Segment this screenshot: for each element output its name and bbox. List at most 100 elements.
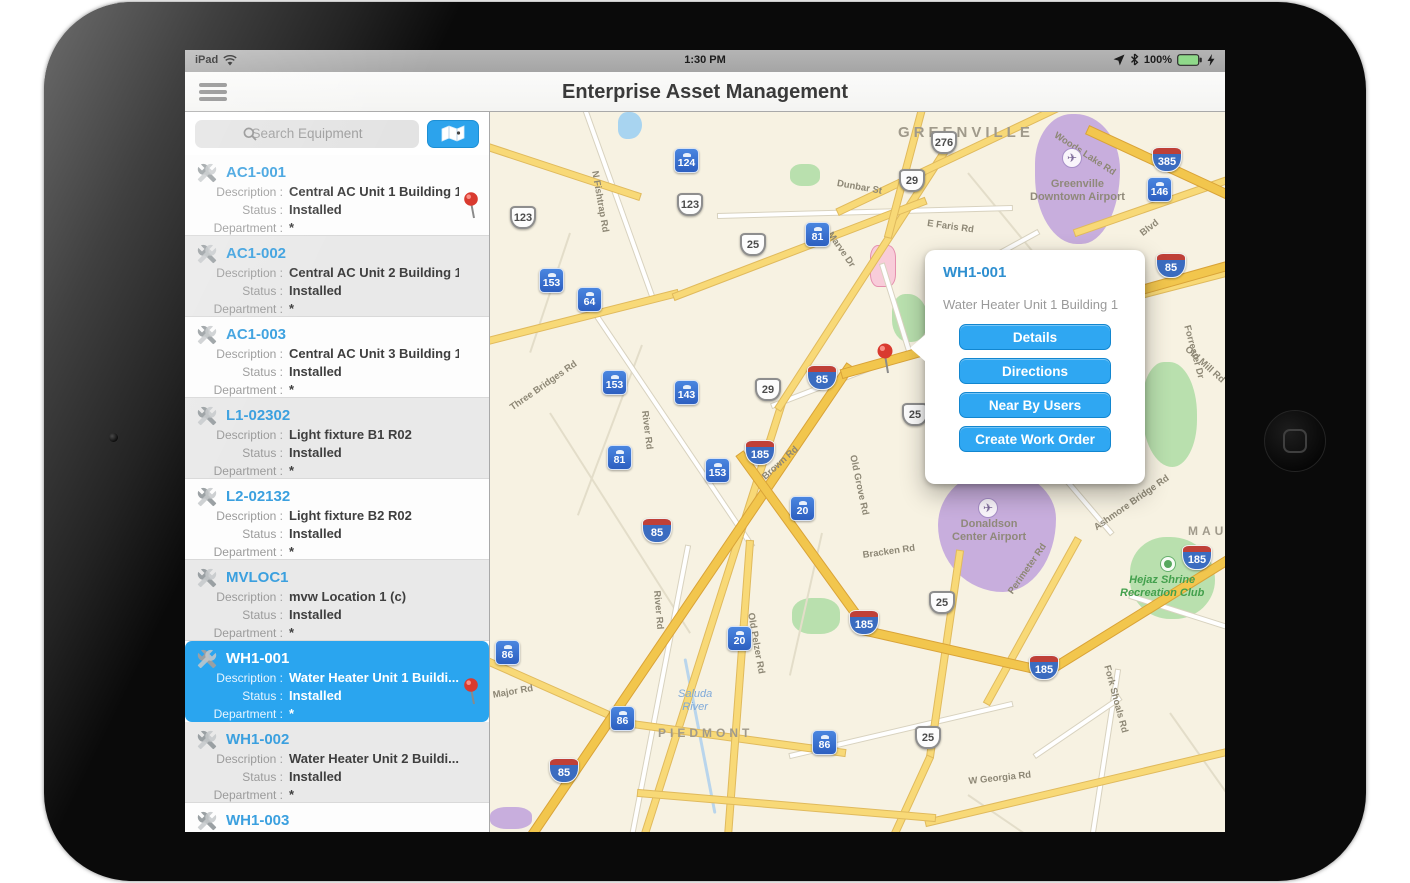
equipment-id: AC1-003 bbox=[226, 326, 286, 343]
map[interactable]: ✈ ✈ WH1-001 Water Heater Unit 1 Building… bbox=[490, 112, 1225, 832]
equipment-list-item[interactable]: AC1-001 Description Central AC Unit 1 Bu… bbox=[185, 155, 489, 236]
wrench-icon bbox=[197, 325, 217, 345]
field-label-description: Description bbox=[195, 185, 283, 199]
route-shield-29: 29 bbox=[899, 169, 925, 192]
red-pushpin-icon bbox=[461, 191, 481, 226]
map-label: W Georgia Rd bbox=[968, 769, 1032, 787]
equipment-list-item[interactable]: L2-02132 Description Light fixture B2 R0… bbox=[185, 479, 489, 560]
field-label-description: Description bbox=[195, 347, 283, 361]
equipment-description: Light fixture B1 R02 bbox=[289, 427, 412, 442]
field-label-department: Department bbox=[195, 221, 283, 235]
equipment-sidebar: AC1-001 Description Central AC Unit 1 Bu… bbox=[185, 112, 490, 832]
folded-map-icon bbox=[441, 125, 465, 142]
equipment-list[interactable]: AC1-001 Description Central AC Unit 1 Bu… bbox=[185, 155, 489, 832]
field-label-status: Status bbox=[195, 446, 283, 460]
equipment-description: Water Heater Unit 2 Buildi... bbox=[289, 751, 459, 766]
status-bar: iPad 1:30 PM 100% bbox=[185, 50, 1225, 72]
equipment-status: Installed bbox=[289, 445, 342, 460]
map-label: Blvd bbox=[1138, 217, 1161, 238]
map-road bbox=[490, 364, 853, 832]
field-label-department: Department bbox=[195, 383, 283, 397]
equipment-description: mvw Location 1 (c) bbox=[289, 589, 406, 604]
route-shield-185: 185 bbox=[849, 610, 879, 635]
equipment-list-item[interactable]: WH1-003 Description Status Department bbox=[185, 803, 489, 832]
route-shield-25: 25 bbox=[915, 726, 941, 749]
map-label: MAULDIN bbox=[1188, 524, 1225, 538]
equipment-list-item[interactable]: L1-02302 Description Light fixture B1 R0… bbox=[185, 398, 489, 479]
route-shield-85: 85 bbox=[642, 518, 672, 543]
field-label-description: Description bbox=[195, 752, 283, 766]
field-label-status: Status bbox=[195, 284, 283, 298]
map-label: River Rd bbox=[639, 410, 655, 450]
purple-area bbox=[490, 807, 532, 829]
field-label-description: Description bbox=[195, 509, 283, 523]
equipment-id: WH1-003 bbox=[226, 812, 289, 829]
selected-asset-pin[interactable] bbox=[874, 342, 896, 381]
equipment-list-item[interactable]: WH1-002 Description Water Heater Unit 2 … bbox=[185, 722, 489, 803]
route-shield-85: 85 bbox=[807, 365, 837, 390]
route-shield-20: 20 bbox=[727, 626, 752, 651]
equipment-status: Installed bbox=[289, 202, 342, 217]
equipment-id: WH1-002 bbox=[226, 731, 289, 748]
route-shield-85: 85 bbox=[1156, 253, 1186, 278]
battery-percent: 100% bbox=[1144, 54, 1172, 66]
field-label-department: Department bbox=[195, 545, 283, 559]
ipad-frame: iPad 1:30 PM 100% bbox=[44, 2, 1366, 881]
equipment-department: * bbox=[289, 382, 294, 397]
field-label-department: Department bbox=[195, 788, 283, 802]
equipment-list-item[interactable]: MVLOC1 Description mvw Location 1 (c) St… bbox=[185, 560, 489, 641]
equipment-department: * bbox=[289, 787, 294, 802]
red-pushpin-icon bbox=[461, 677, 481, 712]
nav-bar: Enterprise Asset Management bbox=[185, 72, 1225, 112]
equipment-status: Installed bbox=[289, 607, 342, 622]
charging-bolt-icon bbox=[1207, 54, 1215, 66]
battery-icon bbox=[1177, 54, 1202, 66]
equipment-status: Installed bbox=[289, 526, 342, 541]
map-road bbox=[925, 740, 1225, 826]
map-label: Major Rd bbox=[492, 683, 534, 701]
route-shield-185: 185 bbox=[745, 440, 775, 465]
home-button[interactable] bbox=[1264, 410, 1326, 472]
equipment-description: Central AC Unit 3 Building 1 bbox=[289, 346, 459, 361]
airport-icon: ✈ bbox=[978, 498, 998, 518]
field-label-status: Status bbox=[195, 608, 283, 622]
wrench-icon bbox=[197, 244, 217, 264]
equipment-description: Water Heater Unit 1 Buildi... bbox=[289, 670, 459, 685]
equipment-id: WH1-001 bbox=[226, 650, 289, 667]
map-road bbox=[583, 112, 654, 297]
popup-button-create-work-order[interactable]: Create Work Order bbox=[959, 426, 1111, 452]
route-shield-124: 124 bbox=[674, 148, 699, 173]
popup-button-near-by-users[interactable]: Near By Users bbox=[959, 392, 1111, 418]
park-area bbox=[1142, 362, 1197, 467]
field-label-status: Status bbox=[195, 527, 283, 541]
route-shield-25: 25 bbox=[740, 233, 766, 256]
map-road bbox=[1088, 670, 1120, 832]
route-shield-86: 86 bbox=[495, 640, 520, 665]
field-label-status: Status bbox=[195, 365, 283, 379]
equipment-list-item[interactable]: AC1-002 Description Central AC Unit 2 Bu… bbox=[185, 236, 489, 317]
equipment-id: AC1-002 bbox=[226, 245, 286, 262]
popup-button-details[interactable]: Details bbox=[959, 324, 1111, 350]
map-label: E Faris Rd bbox=[926, 218, 974, 235]
field-label-department: Department bbox=[195, 302, 283, 316]
equipment-department: * bbox=[289, 625, 294, 640]
search-icon bbox=[243, 127, 257, 141]
popup-subtitle: Water Heater Unit 1 Building 1 bbox=[943, 297, 1127, 312]
airport-icon: ✈ bbox=[1062, 148, 1082, 168]
map-road bbox=[490, 142, 641, 200]
field-label-status: Status bbox=[195, 770, 283, 784]
search-field[interactable] bbox=[195, 120, 419, 148]
field-label-status: Status bbox=[195, 203, 283, 217]
equipment-status: Installed bbox=[289, 688, 342, 703]
popup-button-directions[interactable]: Directions bbox=[959, 358, 1111, 384]
equipment-id: L1-02302 bbox=[226, 407, 290, 424]
equipment-list-item[interactable]: WH1-001 Description Water Heater Unit 1 … bbox=[185, 641, 489, 722]
route-shield-25: 25 bbox=[929, 591, 955, 614]
route-shield-143: 143 bbox=[674, 380, 699, 405]
map-toggle-button[interactable] bbox=[427, 120, 479, 148]
route-shield-29: 29 bbox=[755, 378, 781, 401]
route-shield-185: 185 bbox=[1029, 655, 1059, 680]
equipment-list-item[interactable]: AC1-003 Description Central AC Unit 3 Bu… bbox=[185, 317, 489, 398]
equipment-department: * bbox=[289, 544, 294, 559]
search-input[interactable] bbox=[195, 120, 419, 148]
